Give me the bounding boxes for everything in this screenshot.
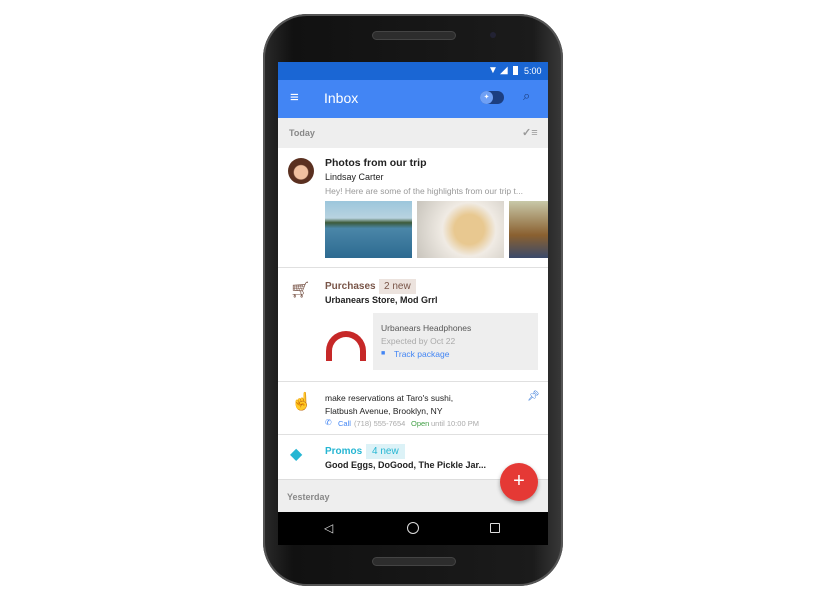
- recents-icon[interactable]: [490, 523, 500, 533]
- top-speaker: [372, 31, 456, 40]
- bundle-senders: Good Eggs, DoGood, The Pickle Jar...: [325, 460, 487, 470]
- reminder-text: make reservations at Taro's sushi,: [325, 393, 454, 403]
- reminder-item[interactable]: ☝ make reservations at Taro's sushi, Fla…: [278, 383, 548, 435]
- home-icon[interactable]: [407, 522, 419, 534]
- reminder-location: Flatbush Avenue, Brooklyn, NY: [325, 406, 443, 416]
- bundle-senders: Urbanears Store, Mod Grrl: [325, 295, 438, 305]
- track-package-link[interactable]: Track package: [394, 349, 449, 359]
- section-today: Today ✓≡: [278, 118, 548, 148]
- email-snippet: Hey! Here are some of the highlights fro…: [325, 186, 523, 196]
- battery-icon: [513, 66, 518, 75]
- new-badge: 4 new: [366, 444, 405, 459]
- screen: ▼ ◢ 5:00 ≡ Inbox ✦ ⌕ Today ✓≡ Photos fro…: [278, 62, 548, 545]
- phone-number: (718) 555-7654: [354, 419, 406, 428]
- truck-icon: ■: [381, 350, 386, 357]
- open-status: Open: [411, 419, 430, 428]
- email-sender: Lindsay Carter: [325, 172, 384, 182]
- wifi-icon: ▼: [488, 65, 498, 76]
- phone-icon: ✆: [325, 418, 332, 427]
- photo-thumbnail[interactable]: [325, 201, 412, 258]
- purchases-bundle[interactable]: 🛒︎ Purchases 2 new Urbanears Store, Mod …: [278, 269, 548, 382]
- expected-date: Expected by Oct 22: [381, 336, 456, 346]
- sweep-done-icon[interactable]: ✓≡: [522, 126, 538, 139]
- bundle-label: Promos: [325, 446, 363, 457]
- back-icon[interactable]: ◁: [324, 521, 333, 535]
- call-link[interactable]: Call: [338, 419, 351, 428]
- section-label: Today: [289, 128, 315, 138]
- item-name: Urbanears Headphones: [381, 323, 472, 333]
- hours: until 10:00 PM: [431, 419, 479, 428]
- nav-bar: ◁: [278, 512, 548, 545]
- avatar: [288, 158, 314, 184]
- compose-fab[interactable]: +: [500, 463, 538, 501]
- package-card[interactable]: Urbanears Headphones Expected by Oct 22 …: [373, 313, 538, 370]
- headphones-image: [326, 331, 366, 361]
- pinned-icon[interactable]: 📌︎: [527, 391, 540, 402]
- search-icon[interactable]: ⌕: [523, 88, 530, 104]
- email-subject: Photos from our trip: [325, 157, 427, 169]
- bundle-label: Purchases: [325, 281, 376, 292]
- app-bar: ≡ Inbox ✦ ⌕: [278, 80, 548, 118]
- bottom-speaker: [372, 557, 456, 566]
- email-item[interactable]: Photos from our trip Lindsay Carter Hey!…: [278, 148, 548, 268]
- front-camera: [490, 32, 496, 38]
- photo-thumbnail[interactable]: [417, 201, 504, 258]
- page-title: Inbox: [324, 90, 359, 106]
- reminder-icon: ☝: [291, 392, 313, 411]
- cart-icon: 🛒︎: [290, 282, 311, 299]
- pin-icon: ✦: [480, 91, 493, 104]
- status-bar: ▼ ◢ 5:00: [278, 62, 548, 80]
- pin-toggle[interactable]: ✦: [480, 91, 504, 104]
- signal-icon: ◢: [500, 65, 508, 76]
- photo-thumbnail[interactable]: [509, 201, 548, 258]
- tag-icon: ◆: [290, 446, 303, 463]
- new-badge: 2 new: [379, 279, 416, 294]
- section-label: Yesterday: [287, 492, 330, 502]
- menu-icon[interactable]: ≡: [290, 90, 299, 105]
- status-time: 5:00: [524, 66, 542, 76]
